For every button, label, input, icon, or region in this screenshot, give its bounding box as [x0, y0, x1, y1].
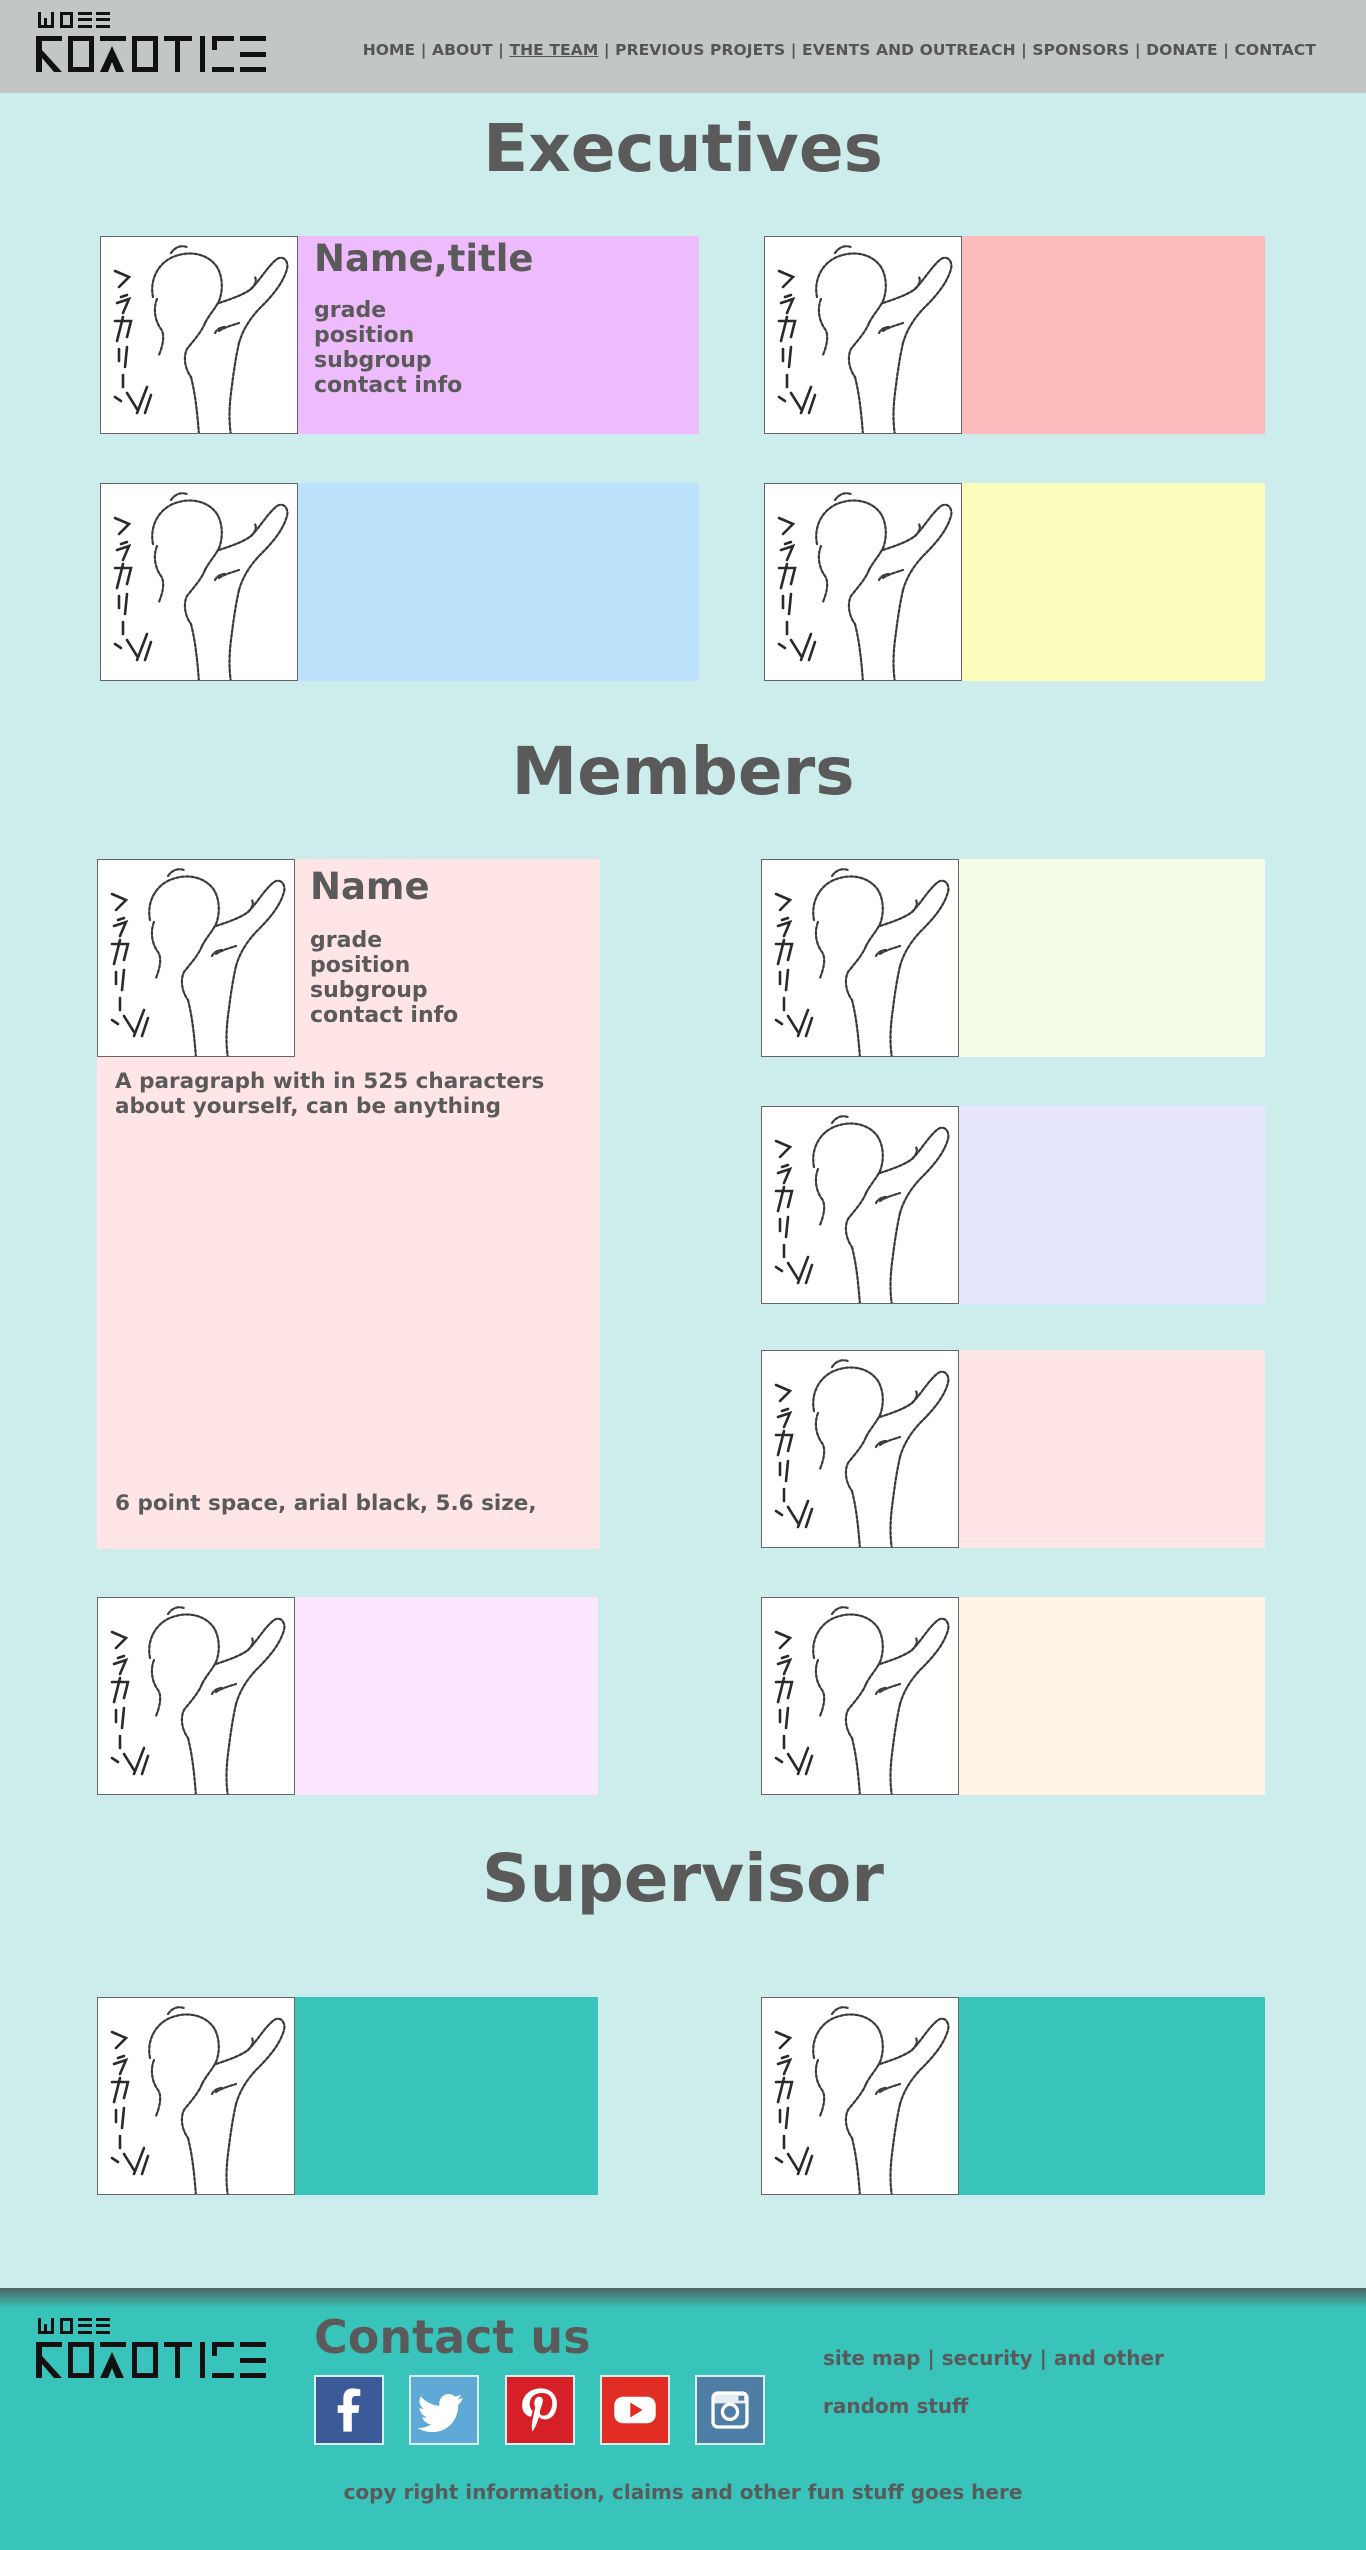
nav-about[interactable]: ABOUT: [432, 41, 493, 59]
member-photo: [761, 1597, 959, 1795]
nav-events-outreach[interactable]: EVENTS AND OUTREACH: [802, 41, 1016, 59]
card-info-panel: [298, 483, 699, 681]
card-info-panel: [295, 1597, 598, 1795]
nav-separator: |: [603, 41, 610, 59]
nav-the-team[interactable]: THE TEAM: [509, 41, 598, 59]
footer-link-other[interactable]: and other: [1054, 2346, 1164, 2370]
member-photo: [761, 1997, 959, 2195]
card-info-panel: [959, 859, 1265, 1057]
member-photo: [100, 483, 298, 681]
card-info-panel: [959, 1106, 1265, 1304]
card-info-panel: [295, 1997, 598, 2195]
instagram-icon[interactable]: [695, 2375, 765, 2445]
member-photo: [761, 859, 959, 1057]
member-name: Name,title: [314, 237, 534, 280]
nav-donate[interactable]: DONATE: [1146, 41, 1218, 59]
robotics-logo[interactable]: [36, 12, 268, 78]
member-grade: grade: [314, 298, 387, 323]
member-photo: [764, 483, 962, 681]
footer-link-separator: |: [927, 2346, 935, 2370]
footer-link-random[interactable]: random stuff: [823, 2382, 1183, 2430]
footer-link-security[interactable]: security: [942, 2346, 1033, 2370]
card-info-panel: [959, 1350, 1265, 1548]
member-grade: grade: [310, 928, 383, 953]
nav-separator: |: [1021, 41, 1027, 59]
member-subgroup: subgroup: [314, 348, 432, 373]
member-bio: A paragraph with in 525 characters about…: [115, 1069, 545, 1119]
card-info-panel: [959, 1997, 1265, 2195]
executives-heading: Executives: [483, 110, 883, 187]
site-header: HOME | ABOUT | THE TEAM | PREVIOUS PROJE…: [0, 0, 1366, 93]
nav-home[interactable]: HOME: [363, 41, 416, 59]
card-info-panel: [962, 236, 1265, 434]
nav-contact[interactable]: CONTACT: [1234, 41, 1316, 59]
nav-previous-projects[interactable]: PREVIOUS PROJETS: [615, 41, 785, 59]
member-details: grade position subgroup contact info: [310, 928, 458, 1028]
supervisor-heading: Supervisor: [482, 1840, 884, 1917]
member-photo: [761, 1350, 959, 1548]
nav-separator: |: [1223, 41, 1229, 59]
facebook-icon[interactable]: [314, 2375, 384, 2445]
twitter-icon[interactable]: [409, 2375, 479, 2445]
card-info-panel: [959, 1597, 1265, 1795]
member-position: position: [314, 323, 415, 348]
main-nav: HOME | ABOUT | THE TEAM | PREVIOUS PROJE…: [363, 41, 1316, 59]
robotics-logo[interactable]: [36, 2318, 268, 2384]
member-position: position: [310, 953, 411, 978]
members-heading: Members: [511, 733, 855, 810]
youtube-icon[interactable]: [600, 2375, 670, 2445]
nav-separator: |: [790, 41, 797, 59]
card-info-panel: [962, 483, 1265, 681]
member-photo: [97, 859, 295, 1057]
site-footer: Contact us site map | security | and oth…: [0, 2288, 1366, 2550]
member-photo: [761, 1106, 959, 1304]
pinterest-icon[interactable]: [505, 2375, 575, 2445]
member-details: grade position subgroup contact info: [314, 298, 462, 398]
nav-separator: |: [498, 41, 504, 59]
member-photo: [97, 1597, 295, 1795]
footer-link-separator: |: [1039, 2346, 1047, 2370]
member-photo: [764, 236, 962, 434]
member-photo: [100, 236, 298, 434]
footer-links: site map | security | and other random s…: [823, 2334, 1183, 2430]
member-contact-info[interactable]: contact info: [314, 373, 462, 398]
copyright-text: copy right information, claims and other…: [343, 2480, 1023, 2504]
member-subgroup: subgroup: [310, 978, 428, 1003]
contact-heading: Contact us: [314, 2310, 591, 2364]
footer-link-site-map[interactable]: site map: [823, 2346, 921, 2370]
nav-separator: |: [420, 41, 427, 59]
nav-sponsors[interactable]: SPONSORS: [1032, 41, 1129, 59]
member-contact-info[interactable]: contact info: [310, 1003, 458, 1028]
member-note: 6 point space, arial black, 5.6 size,: [115, 1491, 537, 1516]
member-name: Name: [310, 865, 430, 908]
member-photo: [97, 1997, 295, 2195]
nav-separator: |: [1134, 41, 1141, 59]
